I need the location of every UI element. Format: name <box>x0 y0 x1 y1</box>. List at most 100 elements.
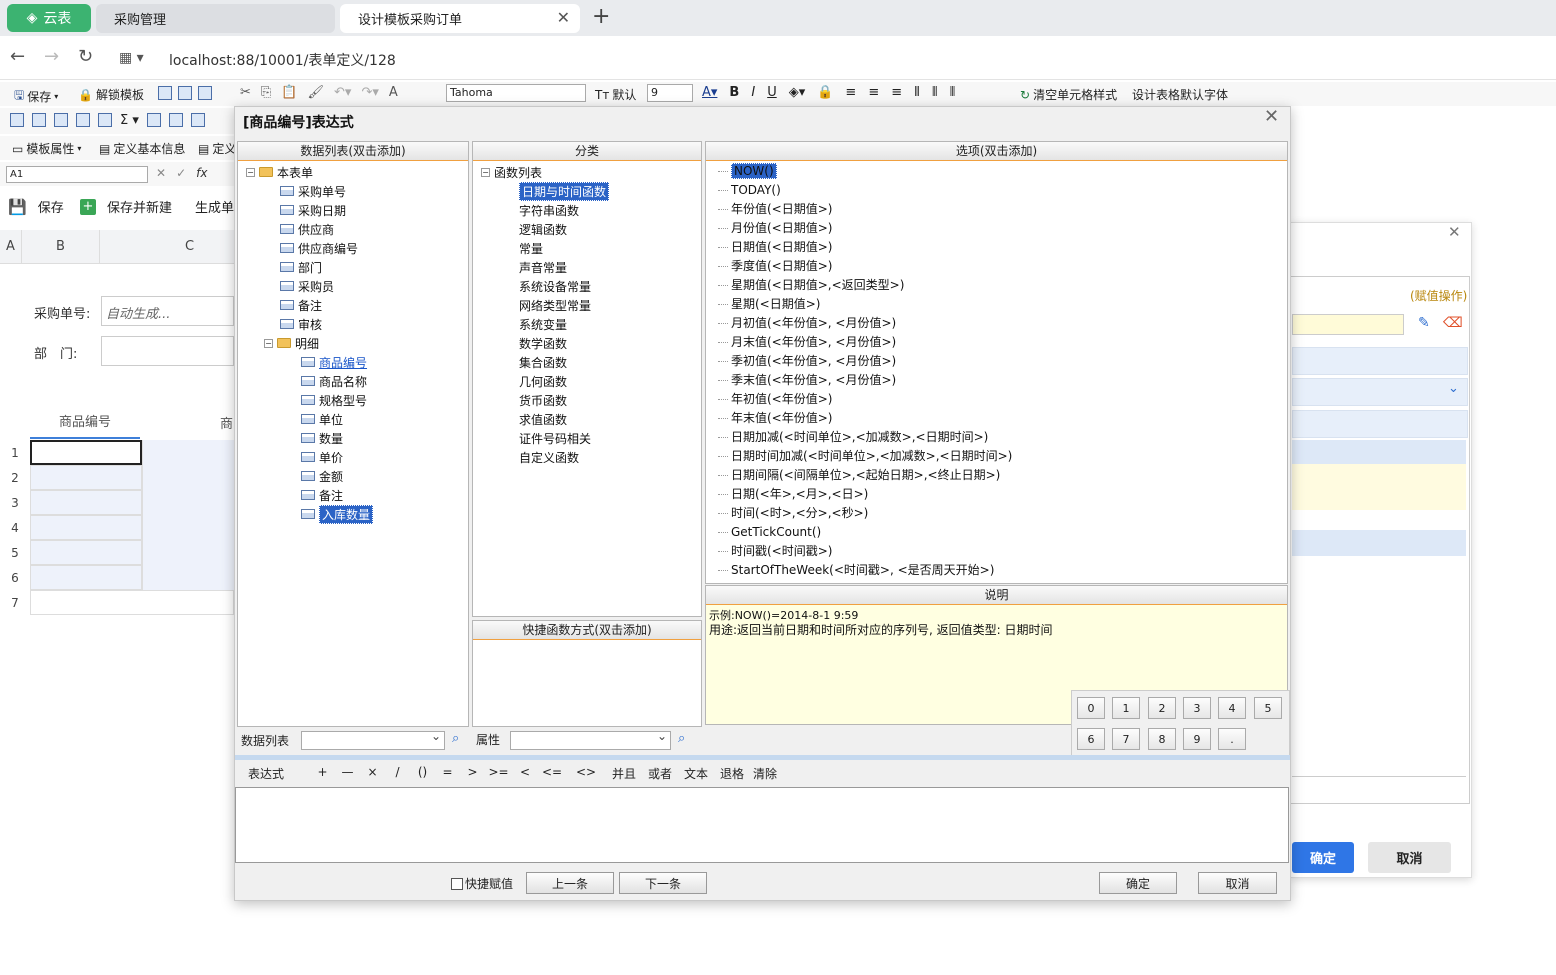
numpad-0-button[interactable]: 0 <box>1077 697 1105 719</box>
eraser-icon[interactable]: ⌫ <box>1443 315 1463 331</box>
category-item[interactable]: 字符串函数 <box>519 201 579 219</box>
merge-icon[interactable] <box>98 113 112 127</box>
rows-icon[interactable] <box>54 113 68 127</box>
tree-field[interactable]: 数量 <box>301 429 343 447</box>
category-item[interactable]: 系统设备常量 <box>519 277 591 295</box>
bg-section[interactable] <box>1292 347 1468 375</box>
category-item[interactable]: 货币函数 <box>519 391 567 409</box>
save-button[interactable]: 💾 保存 <box>8 197 64 217</box>
tree-folder-detail[interactable]: − 明细 <box>264 334 319 352</box>
fill-color-icon[interactable]: ◈▾ <box>789 85 806 100</box>
numpad-dot-button[interactable]: . <box>1218 728 1246 750</box>
numpad-3-button[interactable]: 3 <box>1183 697 1211 719</box>
tree-field[interactable]: 商品编号 <box>301 353 367 371</box>
distribute-center-icon[interactable]: ⦀ <box>932 85 938 100</box>
function-option[interactable]: StartOfTheWeek(<时间戳>, <是否周天开始>) <box>731 561 994 580</box>
cols-icon[interactable] <box>76 113 90 127</box>
save-and-new-button[interactable]: + 保存并新建 <box>80 197 172 216</box>
edit-icon[interactable]: ✎ <box>1418 315 1430 331</box>
search-icon[interactable]: ⌕ <box>452 731 459 746</box>
operator-button[interactable]: <> <box>566 765 606 782</box>
splitter[interactable] <box>235 755 1290 760</box>
function-option[interactable]: 日期值(<日期值>) <box>731 238 832 257</box>
tree-field[interactable]: 单位 <box>301 410 343 428</box>
category-item-selected[interactable]: 日期与时间函数 <box>519 181 610 201</box>
format-painter-icon[interactable]: 🖌 <box>308 85 325 100</box>
tab-purchase-mgmt[interactable]: 采购管理 <box>96 4 335 33</box>
expression-input[interactable] <box>235 787 1289 863</box>
close-tab-icon[interactable]: ✕ <box>557 8 570 27</box>
bold-icon[interactable]: B <box>729 85 739 100</box>
tree-field[interactable]: 规格型号 <box>301 391 367 409</box>
sum-icon[interactable]: Σ ▾ <box>120 113 139 128</box>
copy-icon[interactable]: ⎘ <box>261 85 271 100</box>
font-size-select[interactable]: 9 <box>647 84 693 102</box>
function-option[interactable]: NOW() <box>731 163 777 179</box>
attribute-filter-select[interactable] <box>510 729 671 750</box>
generate-button[interactable]: 生成单 <box>195 197 234 216</box>
dept-field[interactable] <box>101 336 234 366</box>
bg-section-collapsible[interactable] <box>1292 378 1468 406</box>
cancel-button[interactable]: 取消 <box>1198 872 1277 894</box>
home-tab[interactable]: ◈ 云表 <box>7 4 91 32</box>
tree-field[interactable]: 金额 <box>301 467 343 485</box>
function-option[interactable]: 日期(<年>,<月>,<日>) <box>731 485 868 504</box>
tree-field[interactable]: 采购单号 <box>280 182 346 200</box>
collapse-icon[interactable]: − <box>481 167 490 177</box>
numpad-5-button[interactable]: 5 <box>1254 697 1282 719</box>
function-option[interactable]: GetTickCount() <box>731 523 821 542</box>
tree-field[interactable]: 单价 <box>301 448 343 466</box>
numpad-2-button[interactable]: 2 <box>1148 697 1176 719</box>
category-item[interactable]: 系统变量 <box>519 315 567 333</box>
operator-button[interactable]: 表达式 <box>248 765 310 782</box>
function-option[interactable]: TODAY() <box>731 181 781 200</box>
bg-ok-button[interactable]: 确定 <box>1292 842 1354 873</box>
search-icon[interactable]: ⌕ <box>678 731 685 746</box>
operator-button[interactable]: + <box>310 765 335 782</box>
category-item[interactable]: 逻辑函数 <box>519 220 567 238</box>
lock-cell-icon[interactable]: 🔒 <box>817 85 833 100</box>
operator-button[interactable]: = <box>435 765 460 782</box>
align-left-icon[interactable]: ≡ <box>845 85 856 100</box>
function-option[interactable]: 月末值(<年份值>, <月份值>) <box>731 333 896 352</box>
tree-field[interactable]: 商品名称 <box>301 372 367 390</box>
cell-reference-select[interactable]: A1 <box>6 166 148 183</box>
tree-field-selected[interactable]: 入库数量 <box>301 504 374 524</box>
function-option[interactable]: 年份值(<日期值>) <box>731 200 832 219</box>
tree-field[interactable]: 采购日期 <box>280 201 346 219</box>
order-no-field[interactable]: 自动生成... <box>101 296 234 326</box>
function-option[interactable]: 星期(<日期值>) <box>731 295 820 314</box>
tab-design-template[interactable]: 设计模板采购订单 ✕ <box>340 4 580 33</box>
function-option[interactable]: 年末值(<年份值>) <box>731 409 832 428</box>
category-item[interactable]: 网络类型常量 <box>519 296 591 314</box>
numpad-1-button[interactable]: 1 <box>1112 697 1140 719</box>
category-item[interactable]: 声音常量 <box>519 258 567 276</box>
tree-root-functions[interactable]: − 函数列表 <box>481 163 542 181</box>
underline-icon[interactable]: U <box>767 85 777 100</box>
category-item[interactable]: 证件号码相关 <box>519 429 591 447</box>
distribute-right-icon[interactable]: ⦀ <box>950 85 956 100</box>
tree-field[interactable]: 备注 <box>301 486 343 504</box>
clear-cell-style-button[interactable]: ↻ 清空单元格样式 <box>1020 86 1117 103</box>
function-option[interactable]: 时间戳(<时间戳>) <box>731 542 832 561</box>
undo-icon[interactable]: ↶▾ <box>334 85 351 100</box>
assign-input[interactable] <box>1292 314 1404 335</box>
function-option[interactable]: 时间(<时>,<分>,<秒>) <box>731 504 868 523</box>
function-option[interactable]: 星期值(<日期值>,<返回类型>) <box>731 276 904 295</box>
operator-button[interactable]: () <box>410 765 435 782</box>
category-item[interactable]: 数学函数 <box>519 334 567 352</box>
col-header-a[interactable]: A <box>0 230 22 264</box>
numpad-9-button[interactable]: 9 <box>1183 728 1211 750</box>
operator-button[interactable]: — <box>335 765 360 782</box>
template-props-button[interactable]: ▭ 模板属性 ▾ <box>12 140 81 157</box>
prev-button[interactable]: 上一条 <box>526 872 614 894</box>
operator-button[interactable]: >= <box>485 765 512 782</box>
grid-cell[interactable] <box>30 490 142 515</box>
collapse-icon[interactable]: − <box>264 338 273 348</box>
align-right-icon[interactable]: ≡ <box>891 85 902 100</box>
category-item[interactable]: 集合函数 <box>519 353 567 371</box>
unlock-template-button[interactable]: 🔒 解锁模板 <box>78 86 144 103</box>
operator-button[interactable]: > <box>460 765 485 782</box>
numpad-4-button[interactable]: 4 <box>1218 697 1246 719</box>
define-button[interactable]: ▤ 定义 <box>198 140 236 157</box>
